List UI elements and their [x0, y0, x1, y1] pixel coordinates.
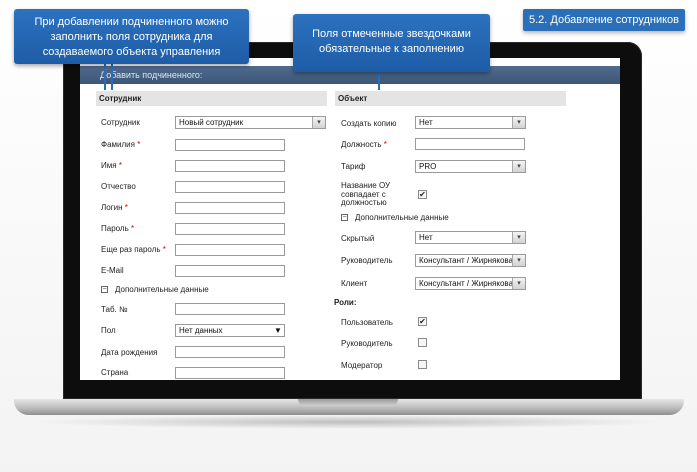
- manager-label: Руководитель: [341, 256, 393, 265]
- client-label: Клиент: [341, 279, 368, 288]
- callout-pointer: [104, 60, 106, 90]
- employee-select-label: Сотрудник: [101, 118, 140, 127]
- name-match-label: Название ОУ совпадает с должностью: [341, 181, 391, 207]
- password-input[interactable]: [175, 223, 285, 235]
- tariff-select[interactable]: PRO ▾: [415, 160, 526, 173]
- required-asterisk: *: [118, 161, 122, 170]
- country-label: Страна: [101, 368, 129, 377]
- slide-tag: 5.2. Добавление сотрудников: [523, 9, 685, 31]
- surname-label: Фамилия *: [101, 140, 140, 150]
- collapse-icon[interactable]: −: [341, 214, 348, 221]
- chevron-down-icon: ▾: [512, 117, 525, 128]
- manager-select[interactable]: Консультант / Жирнякова ▾: [415, 254, 526, 267]
- required-fields-callout: Поля отмеченные звездочками обязательные…: [293, 14, 490, 72]
- login-label-text: Логин: [101, 203, 123, 212]
- copy-select-value: Нет: [419, 118, 433, 127]
- email-input[interactable]: [175, 265, 285, 277]
- name-label: Имя *: [101, 161, 122, 171]
- laptop-screen: Добавить подчиненного: Сотрудник Сотрудн…: [80, 58, 620, 380]
- login-label: Логин *: [101, 203, 128, 213]
- tariff-label: Тариф: [341, 162, 366, 171]
- callout-pointer: [111, 60, 113, 90]
- employee-select-value: Новый сотрудник: [179, 118, 244, 127]
- tariff-select-value: PRO: [419, 162, 437, 171]
- role-user-checkbox[interactable]: ✔: [418, 317, 427, 326]
- laptop-notch: [298, 399, 398, 406]
- required-asterisk: *: [137, 140, 141, 149]
- chevron-down-icon: ▾: [512, 278, 525, 289]
- password-label: Пароль *: [101, 224, 134, 234]
- object-section-title: Объект: [335, 91, 566, 106]
- required-asterisk: *: [383, 140, 387, 149]
- tab-number-label: Таб. №: [101, 305, 128, 314]
- country-input[interactable]: [175, 367, 285, 379]
- chevron-down-icon: ▾: [512, 232, 525, 243]
- email-label: E-Mail: [101, 266, 124, 275]
- role-manager-label: Руководитель: [341, 339, 393, 348]
- hidden-select[interactable]: Нет ▾: [415, 231, 526, 244]
- name-match-checkbox[interactable]: ✔: [418, 190, 427, 199]
- required-asterisk: *: [124, 203, 128, 212]
- password-label-text: Пароль: [101, 224, 129, 233]
- position-label-text: Должность: [341, 140, 382, 149]
- employee-section-title: Сотрудник: [96, 91, 327, 106]
- role-moderator-label: Модератор: [341, 361, 383, 370]
- hidden-label: Скрытый: [341, 234, 375, 243]
- manager-select-value: Консультант / Жирнякова: [419, 256, 514, 265]
- employee-fields-callout: При добавлении подчиненного можно заполн…: [14, 9, 249, 64]
- login-input[interactable]: [175, 202, 285, 214]
- required-asterisk: *: [131, 224, 135, 233]
- employee-select[interactable]: Новый сотрудник ▾: [175, 116, 326, 129]
- birth-date-label: Дата рождения: [101, 348, 158, 357]
- chevron-down-icon: ▾: [512, 161, 525, 172]
- laptop-shadow: [30, 415, 670, 429]
- surname-input[interactable]: [175, 139, 285, 151]
- employee-additional-toggle[interactable]: Дополнительные данные: [115, 285, 209, 295]
- patronymic-input[interactable]: [175, 181, 285, 193]
- position-input[interactable]: [415, 138, 525, 150]
- gender-label: Пол: [101, 326, 116, 335]
- tab-number-input[interactable]: [175, 303, 285, 315]
- client-select-value: Консультант / Жирнякова: [419, 279, 514, 288]
- required-asterisk: *: [162, 245, 166, 254]
- password-repeat-input[interactable]: [175, 244, 285, 256]
- name-input[interactable]: [175, 160, 285, 172]
- triangle-down-icon: ▼: [274, 326, 282, 335]
- patronymic-label: Отчество: [101, 182, 136, 191]
- gender-select-value: Нет данных: [179, 326, 223, 335]
- hidden-select-value: Нет: [419, 233, 433, 242]
- password-repeat-label: Еще раз пароль *: [101, 245, 166, 255]
- roles-title: Роли:: [334, 298, 357, 307]
- gender-select[interactable]: Нет данных ▼: [175, 324, 285, 337]
- copy-label: Создать копию: [341, 119, 397, 128]
- object-additional-toggle[interactable]: Дополнительные данные: [355, 213, 449, 223]
- copy-select[interactable]: Нет ▾: [415, 116, 526, 129]
- role-user-label: Пользователь: [341, 318, 393, 327]
- position-label: Должность *: [341, 140, 387, 150]
- role-manager-checkbox[interactable]: [418, 338, 427, 347]
- collapse-icon[interactable]: −: [101, 286, 108, 293]
- name-label-text: Имя: [101, 161, 117, 170]
- password-repeat-label-text: Еще раз пароль: [101, 245, 161, 254]
- birth-date-input[interactable]: [175, 346, 285, 358]
- role-moderator-checkbox[interactable]: [418, 360, 427, 369]
- chevron-down-icon: ▾: [512, 255, 525, 266]
- client-select[interactable]: Консультант / Жирнякова ▾: [415, 277, 526, 290]
- surname-label-text: Фамилия: [101, 140, 135, 149]
- chevron-down-icon: ▾: [312, 117, 325, 128]
